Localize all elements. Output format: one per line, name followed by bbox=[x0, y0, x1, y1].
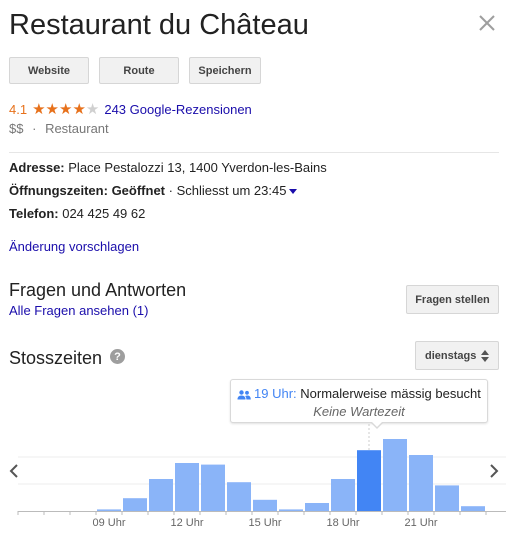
meta-separator: · bbox=[32, 121, 37, 136]
chart-tick-label: 18 Uhr bbox=[326, 517, 359, 529]
star-rating: ★ ★ ★ ★ ★ bbox=[32, 102, 99, 117]
chevron-down-icon[interactable] bbox=[289, 189, 298, 195]
chart-tick-label: 21 Uhr bbox=[404, 517, 437, 529]
help-icon[interactable]: ? bbox=[110, 349, 125, 364]
suggest-edit-link[interactable]: Änderung vorschlagen bbox=[9, 239, 139, 254]
popular-times-chart: 09 Uhr 12 Uhr 15 Uhr 18 Uhr 21 Uhr bbox=[17, 424, 506, 529]
chart-bar bbox=[331, 479, 355, 511]
star-icon: ★ bbox=[45, 101, 59, 118]
chart-bar bbox=[253, 499, 277, 511]
chart-bar bbox=[227, 482, 251, 511]
route-button[interactable]: Route bbox=[99, 57, 179, 84]
divider bbox=[9, 152, 499, 153]
meta-row: $$ · Restaurant bbox=[9, 121, 109, 136]
chart-bar bbox=[279, 509, 303, 511]
chart-bar bbox=[409, 455, 433, 511]
save-button[interactable]: Speichern bbox=[189, 57, 261, 84]
day-select-value: dienstags bbox=[425, 349, 477, 362]
day-select[interactable]: dienstags bbox=[415, 341, 499, 370]
chart-bar bbox=[435, 485, 459, 511]
hours-separator: · bbox=[168, 183, 173, 198]
chart-bar bbox=[123, 498, 147, 511]
place-title: Restaurant du Château bbox=[9, 9, 309, 41]
ask-question-button[interactable]: Fragen stellen bbox=[406, 285, 499, 314]
updown-icon bbox=[481, 350, 489, 362]
people-icon bbox=[237, 389, 251, 400]
qa-title: Fragen und Antworten bbox=[9, 280, 187, 300]
phone-value[interactable]: 024 425 49 62 bbox=[62, 206, 145, 221]
tooltip-time: 19 Uhr: bbox=[254, 386, 297, 401]
hours-status: Geöffnet bbox=[111, 183, 166, 198]
phone-row: Telefon: 024 425 49 62 bbox=[9, 206, 145, 221]
chart-bar bbox=[149, 479, 173, 511]
tooltip-wait: Keine Wartezeit bbox=[313, 404, 405, 419]
category: Restaurant bbox=[45, 121, 109, 136]
popular-times-title: Stosszeiten bbox=[9, 348, 103, 368]
chart-tick-label: 09 Uhr bbox=[92, 517, 125, 529]
chart-bar bbox=[201, 464, 225, 511]
hours-row: Öffnungszeiten: Geöffnet · Schliesst um … bbox=[9, 183, 298, 198]
star-icon: ★ bbox=[85, 101, 100, 118]
chart-bar bbox=[305, 503, 329, 511]
star-icon: ★ bbox=[58, 101, 73, 118]
all-questions-link[interactable]: Alle Fragen ansehen (1) bbox=[9, 303, 148, 318]
hours-label: Öffnungszeiten: bbox=[9, 183, 108, 198]
address-label: Adresse: bbox=[9, 160, 65, 175]
phone-label: Telefon: bbox=[9, 206, 59, 221]
chart-bar bbox=[383, 439, 407, 511]
chart-tick-label: 15 Uhr bbox=[248, 517, 281, 529]
chart-tick-label: 12 Uhr bbox=[170, 517, 203, 529]
price-level: $$ bbox=[9, 121, 24, 136]
busyness-tooltip: 19 Uhr: Normalerweise mässig besucht Kei… bbox=[230, 379, 488, 429]
chart-bar-current bbox=[357, 450, 381, 511]
tooltip-text: Normalerweise mässig besucht bbox=[300, 386, 481, 401]
website-button[interactable]: Website bbox=[9, 57, 89, 84]
rating-value: 4.1 bbox=[9, 102, 28, 117]
chart-bar bbox=[461, 506, 485, 511]
reviews-link[interactable]: 243 Google-Rezensionen bbox=[104, 102, 251, 117]
star-icon: ★ bbox=[72, 101, 86, 118]
address-row: Adresse: Place Pestalozzi 13, 1400 Yverd… bbox=[9, 160, 327, 175]
star-icon: ★ bbox=[32, 101, 46, 118]
close-icon[interactable] bbox=[476, 12, 498, 34]
chart-bar bbox=[175, 463, 199, 511]
chart-bar bbox=[97, 509, 121, 511]
hours-detail: Schliesst um 23:45 bbox=[176, 183, 287, 198]
tooltip-line: 19 Uhr: Normalerweise mässig besucht bbox=[237, 386, 481, 401]
address-value[interactable]: Place Pestalozzi 13, 1400 Yverdon-les-Ba… bbox=[68, 160, 326, 175]
rating-row: 4.1 ★ ★ ★ ★ ★ 243 Google-Rezensionen bbox=[9, 102, 252, 117]
